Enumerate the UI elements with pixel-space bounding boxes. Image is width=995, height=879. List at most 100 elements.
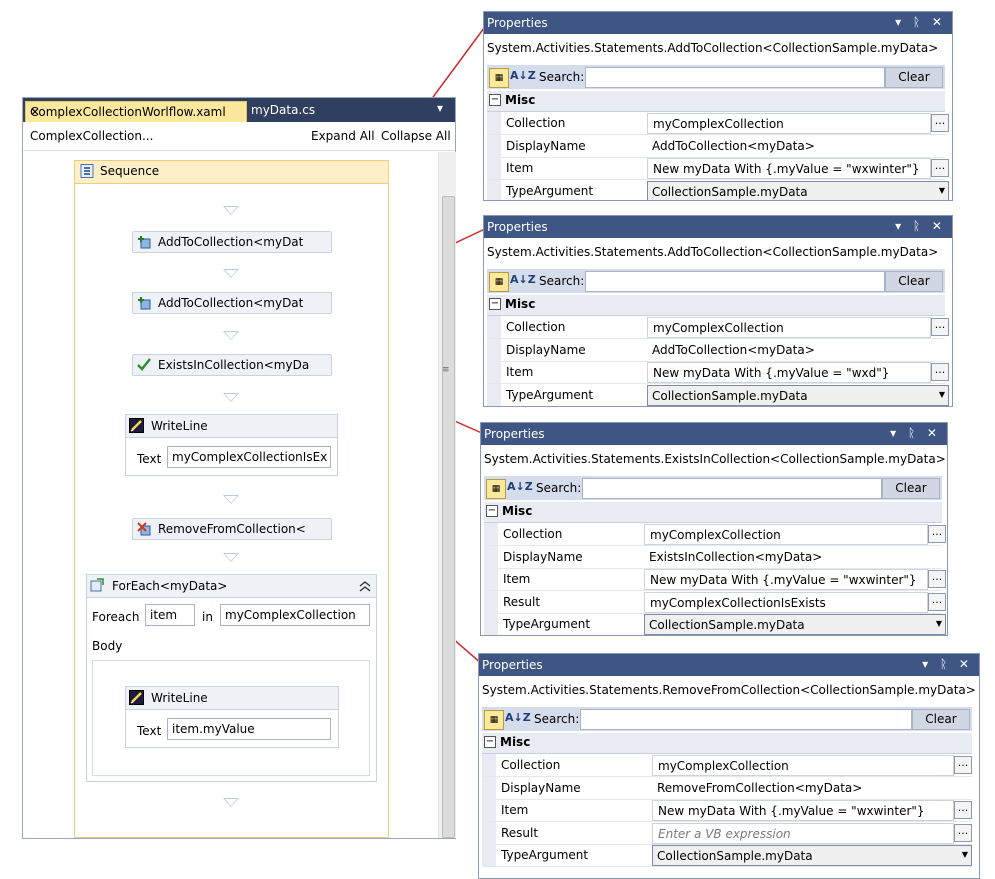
property-row-displayname[interactable]: DisplayName ExistsInCollection<myData> <box>484 545 942 569</box>
drop-target-arrow[interactable] <box>223 269 239 278</box>
breadcrumb[interactable]: ComplexCollection... <box>30 129 153 143</box>
chevron-down-icon[interactable]: ▼ <box>939 390 945 399</box>
property-row-collection[interactable]: Collection myComplexCollection... <box>484 523 946 546</box>
clear-button[interactable]: Clear <box>882 478 940 499</box>
drop-target-arrow[interactable] <box>223 798 239 807</box>
vertical-scrollbar[interactable]: ≡ <box>438 152 456 838</box>
search-input[interactable] <box>585 67 885 88</box>
property-row-item[interactable]: Item New myData With {.myValue = "wxwinte… <box>484 568 946 591</box>
clear-button[interactable]: Clear <box>912 709 970 730</box>
exists-in-collection-activity[interactable]: ExistsInCollection<myDa <box>132 354 332 376</box>
chevron-down-icon[interactable]: ▼ <box>936 619 942 628</box>
ellipsis-button[interactable]: ... <box>931 114 949 132</box>
ellipsis-button[interactable]: ... <box>954 823 972 842</box>
property-row-item[interactable]: Item New myData With {.myValue = "wxwinte… <box>482 799 972 822</box>
item-variable-field[interactable]: item <box>145 604 195 626</box>
collapse-all-link[interactable]: Collapse All <box>381 129 451 143</box>
chevron-down-icon[interactable]: ▼ <box>962 850 968 859</box>
property-row-item[interactable]: Item New myData With {.myValue = "wxwinte… <box>487 157 949 180</box>
categorized-sort-icon[interactable]: ▦ <box>486 479 506 499</box>
property-value-field[interactable]: New myData With {.myValue = "wxwinter"} <box>644 569 928 590</box>
scrollbar-thumb[interactable] <box>442 196 455 838</box>
tab-workflow-xaml[interactable]: ComplexCollectionWorlflow.xaml ✕ <box>25 101 247 123</box>
ellipsis-button[interactable]: ... <box>928 570 946 588</box>
search-input[interactable] <box>582 478 882 499</box>
collapse-icon[interactable]: − <box>489 298 501 310</box>
alphabetical-sort-icon[interactable]: A↓Z <box>510 273 536 286</box>
categorized-sort-icon[interactable]: ▦ <box>489 272 509 292</box>
type-argument-dropdown[interactable]: CollectionSample.myData ▼ <box>644 614 946 635</box>
ellipsis-button[interactable]: ... <box>928 592 946 611</box>
alphabetical-sort-icon[interactable]: A↓Z <box>505 711 531 724</box>
ellipsis-button[interactable]: ... <box>954 756 972 774</box>
property-value-field[interactable]: myComplexCollectionIsExists <box>644 591 928 613</box>
writeline-activity-2[interactable]: WriteLine Text item.myValue <box>125 686 339 748</box>
remove-from-collection-activity[interactable]: RemoveFromCollection< <box>132 518 332 540</box>
search-input[interactable] <box>585 271 885 292</box>
property-row-result[interactable]: Result Enter a VB expression... <box>482 821 972 845</box>
property-row-displayname[interactable]: DisplayName RemoveFromCollection<myData> <box>482 776 972 800</box>
text-expression-field[interactable]: myComplexCollectionIsExis <box>167 446 331 468</box>
drop-target-arrow[interactable] <box>223 495 239 504</box>
tab-dropdown-icon[interactable]: ▾ <box>437 101 443 115</box>
property-row-collection[interactable]: Collection myComplexCollection... <box>487 316 949 339</box>
categorized-sort-icon[interactable]: ▦ <box>489 68 509 88</box>
expand-all-link[interactable]: Expand All <box>311 129 375 143</box>
add-to-collection-activity-1[interactable]: AddToCollection<myDat <box>132 231 332 253</box>
sequence-activity[interactable]: Sequence AddToCollection<myDat AddToColl… <box>74 160 389 838</box>
property-row-displayname[interactable]: DisplayName AddToCollection<myData> <box>487 134 945 158</box>
collapse-icon[interactable]: − <box>486 505 498 517</box>
property-row-displayname[interactable]: DisplayName AddToCollection<myData> <box>487 338 945 362</box>
category-misc[interactable]: − Misc <box>487 295 945 316</box>
writeline-activity[interactable]: WriteLine Text myComplexCollectionIsExis <box>125 414 338 476</box>
property-value-field[interactable]: myComplexCollection <box>644 524 928 545</box>
ellipsis-button[interactable]: ... <box>928 525 946 543</box>
chevron-down-icon[interactable]: ▼ <box>939 186 945 195</box>
window-buttons-icon[interactable]: ▾ ᚱ ✕ <box>922 657 973 671</box>
property-row-typeargument[interactable]: TypeArgument CollectionSample.myData ▼ <box>482 844 972 867</box>
category-misc[interactable]: − Misc <box>482 733 972 754</box>
property-value-field[interactable]: myComplexCollection <box>647 113 931 134</box>
collection-expression-field[interactable]: myComplexCollection <box>220 604 370 626</box>
property-row-result[interactable]: Result myComplexCollectionIsExists... <box>484 590 946 614</box>
type-argument-dropdown[interactable]: CollectionSample.myData ▼ <box>652 845 972 866</box>
property-row-typeargument[interactable]: TypeArgument CollectionSample.myData ▼ <box>487 179 949 200</box>
text-expression-field[interactable]: item.myValue <box>167 718 331 740</box>
search-input[interactable] <box>580 709 912 730</box>
clear-button[interactable]: Clear <box>885 271 943 292</box>
alphabetical-sort-icon[interactable]: A↓Z <box>510 69 536 82</box>
foreach-activity[interactable]: ForEach<myData> Foreach item in myComple… <box>86 574 377 782</box>
foreach-body[interactable]: WriteLine Text item.myValue <box>92 660 370 776</box>
window-buttons-icon[interactable]: ▾ ᚱ ✕ <box>895 219 946 233</box>
tab-mydata-cs[interactable]: myData.cs <box>251 103 315 117</box>
property-value-field[interactable]: New myData With {.myValue = "wxwinter"} <box>647 158 931 179</box>
collapse-icon[interactable]: − <box>484 736 496 748</box>
collapse-icon[interactable]: − <box>489 94 501 106</box>
type-argument-dropdown[interactable]: CollectionSample.myData ▼ <box>647 384 949 406</box>
property-value-field[interactable]: New myData With {.myValue = "wxwinter"} <box>652 800 954 821</box>
drop-target-arrow[interactable] <box>223 206 239 215</box>
clear-button[interactable]: Clear <box>885 67 943 88</box>
drop-target-arrow[interactable] <box>223 331 239 340</box>
category-misc[interactable]: − Misc <box>484 502 942 523</box>
property-value-field[interactable]: AddToCollection<myData> <box>647 339 929 359</box>
property-value-field[interactable]: myComplexCollection <box>652 755 954 776</box>
category-misc[interactable]: − Misc <box>487 91 945 112</box>
property-row-typeargument[interactable]: TypeArgument CollectionSample.myData ▼ <box>487 383 949 406</box>
ellipsis-button[interactable]: ... <box>931 318 949 336</box>
collapse-chevron-icon[interactable] <box>359 580 371 592</box>
drop-target-arrow[interactable] <box>223 553 239 562</box>
property-row-item[interactable]: Item New myData With {.myValue = "wxd"}..… <box>487 361 949 384</box>
ellipsis-button[interactable]: ... <box>954 801 972 819</box>
drop-target-arrow[interactable] <box>223 393 239 402</box>
property-row-collection[interactable]: Collection myComplexCollection... <box>482 754 972 777</box>
categorized-sort-icon[interactable]: ▦ <box>484 710 504 730</box>
property-value-field[interactable]: RemoveFromCollection<myData> <box>652 777 952 797</box>
window-buttons-icon[interactable]: ▾ ᚱ ✕ <box>895 15 946 29</box>
ellipsis-button[interactable]: ... <box>931 159 949 177</box>
property-value-field[interactable]: New myData With {.myValue = "wxd"} <box>647 362 931 383</box>
ellipsis-button[interactable]: ... <box>931 363 949 381</box>
property-row-typeargument[interactable]: TypeArgument CollectionSample.myData ▼ <box>484 613 946 635</box>
property-value-field[interactable]: ExistsInCollection<myData> <box>644 546 926 566</box>
property-value-field[interactable]: Enter a VB expression <box>652 822 954 844</box>
